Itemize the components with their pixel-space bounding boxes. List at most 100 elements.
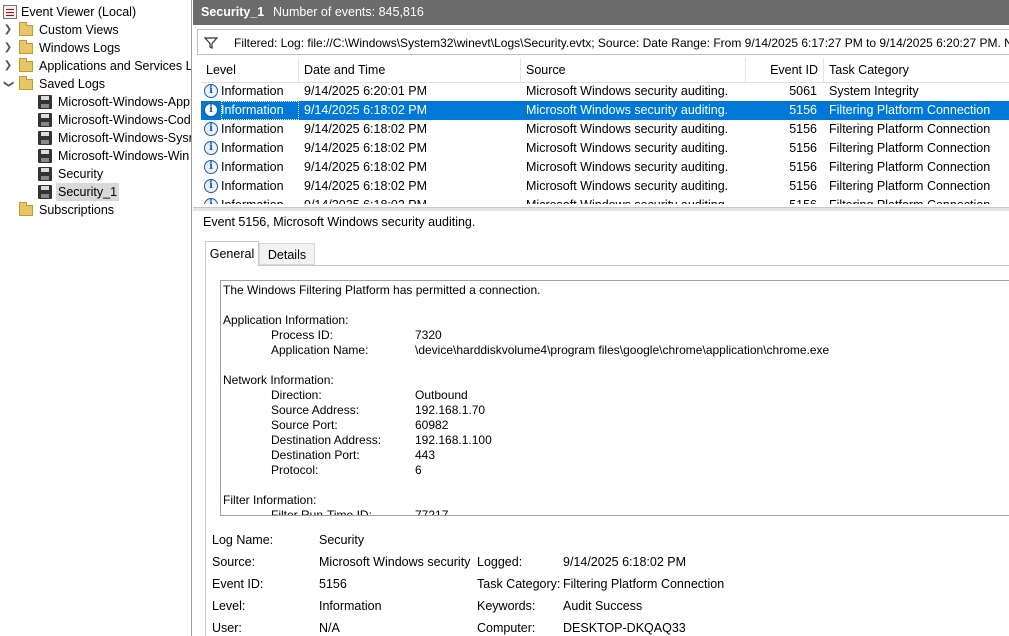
tree-item-saved-log[interactable]: Microsoft-Windows-Sysr: [0, 129, 192, 147]
event-row[interactable]: iInformation 9/14/2025 6:18:02 PM Microsof…: [201, 158, 1009, 177]
event-cell-source: Microsoft Windows security auditing.: [526, 179, 729, 193]
event-cell-id: 5156: [789, 160, 817, 174]
tree-item-saved-log-security-1[interactable]: Security_1: [0, 183, 190, 201]
desc-app-name: \device\harddiskvolume4\program files\go…: [415, 343, 830, 357]
tree-item-label: Security_1: [56, 183, 120, 201]
event-cell-date: 9/14/2025 6:18:02 PM: [304, 179, 428, 193]
event-cell-date: 9/14/2025 6:18:02 PM: [304, 196, 519, 204]
chevron-right-icon[interactable]: ❯: [3, 57, 13, 75]
field-label: Task Category:: [477, 577, 561, 591]
field-label: Event ID:: [212, 577, 264, 591]
desc-label: Filter Run-Time ID:: [271, 508, 372, 516]
desc-destination-address: 192.168.1.100: [415, 433, 492, 447]
tree-item-subscriptions[interactable]: Subscriptions: [0, 201, 190, 219]
field-label: Computer:: [477, 621, 536, 635]
tree-item-label: Windows Logs: [39, 41, 121, 55]
information-icon: i: [204, 179, 218, 193]
event-cell-source: Microsoft Windows security auditing.: [526, 160, 729, 174]
tab-details[interactable]: Details: [259, 243, 315, 265]
event-cell-date: 9/14/2025 6:20:01 PM: [304, 84, 428, 98]
event-cell-task: Filtering Platform Connection: [829, 196, 1007, 204]
saved-log-icon: [38, 149, 52, 163]
event-description-box[interactable]: The Windows Filtering Platform has permi…: [220, 280, 1009, 516]
event-row[interactable]: iInformation 9/14/2025 6:18:02 PM Microsof…: [201, 196, 1009, 204]
tree-item-custom-views[interactable]: ❯ Custom Views: [0, 21, 190, 39]
desc-label: Direction:: [271, 388, 322, 402]
information-icon: i: [204, 198, 218, 204]
event-cell-task: Filtering Platform Connection: [829, 103, 991, 117]
field-label: Level:: [212, 599, 246, 613]
tree-item-label: Microsoft-Windows-App: [58, 95, 190, 109]
information-icon: i: [204, 103, 218, 117]
desc-label: Protocol:: [271, 463, 319, 477]
tree-item-windows-logs[interactable]: ❯ Windows Logs: [0, 39, 190, 57]
column-header-source[interactable]: Source: [521, 58, 746, 82]
event-cell-source: Microsoft Windows security auditing.: [526, 122, 729, 136]
tree-item-saved-log[interactable]: Microsoft-Windows-Cod: [0, 111, 191, 129]
folder-icon: [19, 58, 33, 72]
chevron-right-icon[interactable]: ❯: [3, 21, 13, 39]
event-cell-source: Microsoft Windows security auditing.: [526, 84, 729, 98]
field-level: Information: [319, 599, 382, 613]
main-pane: Security_1 Number of events: 845,816 Fil…: [193, 0, 1009, 636]
column-header-task-category[interactable]: Task Category: [824, 58, 1009, 82]
desc-filter-info-heading: Filter Information:: [223, 493, 317, 507]
chevron-right-icon[interactable]: ❯: [3, 39, 13, 57]
event-row[interactable]: iInformation 9/14/2025 6:18:02 PM Microsof…: [201, 101, 1009, 120]
saved-log-icon: [38, 185, 52, 199]
folder-icon: [19, 22, 33, 36]
event-cell-date: 9/14/2025 6:18:02 PM: [304, 141, 428, 155]
column-header-event-id[interactable]: Event ID: [746, 58, 824, 82]
event-cell-date: 9/14/2025 6:18:02 PM: [304, 160, 428, 174]
field-event-id: 5156: [319, 577, 347, 591]
desc-label: Destination Address:: [271, 433, 382, 447]
desc-label: Application Name:: [271, 343, 369, 357]
tree-item-saved-log-security[interactable]: Security: [0, 165, 190, 183]
saved-log-icon: [38, 167, 52, 181]
chevron-down-icon[interactable]: ❯: [0, 79, 17, 89]
event-cell-level: Information: [221, 179, 284, 193]
information-icon: i: [204, 84, 218, 98]
column-header-level[interactable]: Level: [201, 58, 299, 82]
tab-general[interactable]: General: [205, 241, 259, 266]
event-row[interactable]: iInformation 9/14/2025 6:18:02 PM Microsof…: [201, 139, 1009, 158]
event-cell-id: 5061: [789, 84, 817, 98]
field-label: Logged:: [477, 555, 523, 569]
tree-item-label: Microsoft-Windows-Cod: [58, 113, 191, 127]
event-cell-id: 5156: [789, 122, 817, 136]
tree-item-saved-log[interactable]: Microsoft-Windows-Win: [0, 147, 190, 165]
event-cell-level: Information: [221, 101, 299, 120]
event-row[interactable]: i Information 9/14/2025 6:20:01 PM Microsof…: [201, 82, 1009, 101]
tree-item-label: Security: [58, 167, 104, 181]
sort-arrow-icon: ˄: [787, 58, 792, 61]
information-icon: i: [204, 141, 218, 155]
tree-item-apps-services[interactable]: ❯ Applications and Services Lo: [0, 57, 191, 75]
filter-icon: [204, 37, 218, 49]
tree-item-label: Subscriptions: [39, 203, 115, 217]
information-icon: i: [204, 122, 218, 136]
field-keywords: Audit Success: [563, 599, 643, 613]
desc-label: Source Address:: [271, 403, 360, 417]
tree-root-event-viewer[interactable]: Event Viewer (Local): [0, 3, 190, 21]
event-cell-date: 9/14/2025 6:18:02 PM: [304, 103, 428, 117]
tree-item-saved-logs[interactable]: ❯ Saved Logs: [0, 75, 190, 93]
event-count: Number of events: 845,816: [273, 5, 424, 19]
tree-item-label: Custom Views: [39, 23, 119, 37]
field-label: User:: [212, 621, 242, 635]
event-viewer-icon: [3, 5, 17, 19]
desc-process-id: 7320: [415, 328, 442, 342]
column-header-row: Level Date and Time Source Event ID Task…: [201, 58, 1009, 83]
desc-source-address: 192.168.1.70: [415, 403, 486, 417]
column-header-date[interactable]: Date and Time: [299, 58, 521, 82]
event-cell-source: Microsoft Windows security auditing.: [526, 103, 729, 117]
event-row[interactable]: iInformation 9/14/2025 6:18:02 PM Microsof…: [201, 120, 1009, 139]
tree-item-label: Microsoft-Windows-Sysr: [58, 131, 192, 145]
event-row[interactable]: iInformation 9/14/2025 6:18:02 PM Microsof…: [201, 177, 1009, 196]
event-cell-id: 5156: [789, 179, 817, 193]
desc-direction: Outbound: [415, 388, 468, 402]
event-cell-level: Information: [221, 141, 284, 155]
general-tab-panel: The Windows Filtering Platform has permi…: [205, 265, 1009, 636]
tree-item-saved-log[interactable]: Microsoft-Windows-App: [0, 93, 190, 111]
event-cell-level: Information: [221, 196, 299, 204]
navigation-tree: Event Viewer (Local) ❯ Custom Views ❯ Wi…: [0, 0, 192, 636]
